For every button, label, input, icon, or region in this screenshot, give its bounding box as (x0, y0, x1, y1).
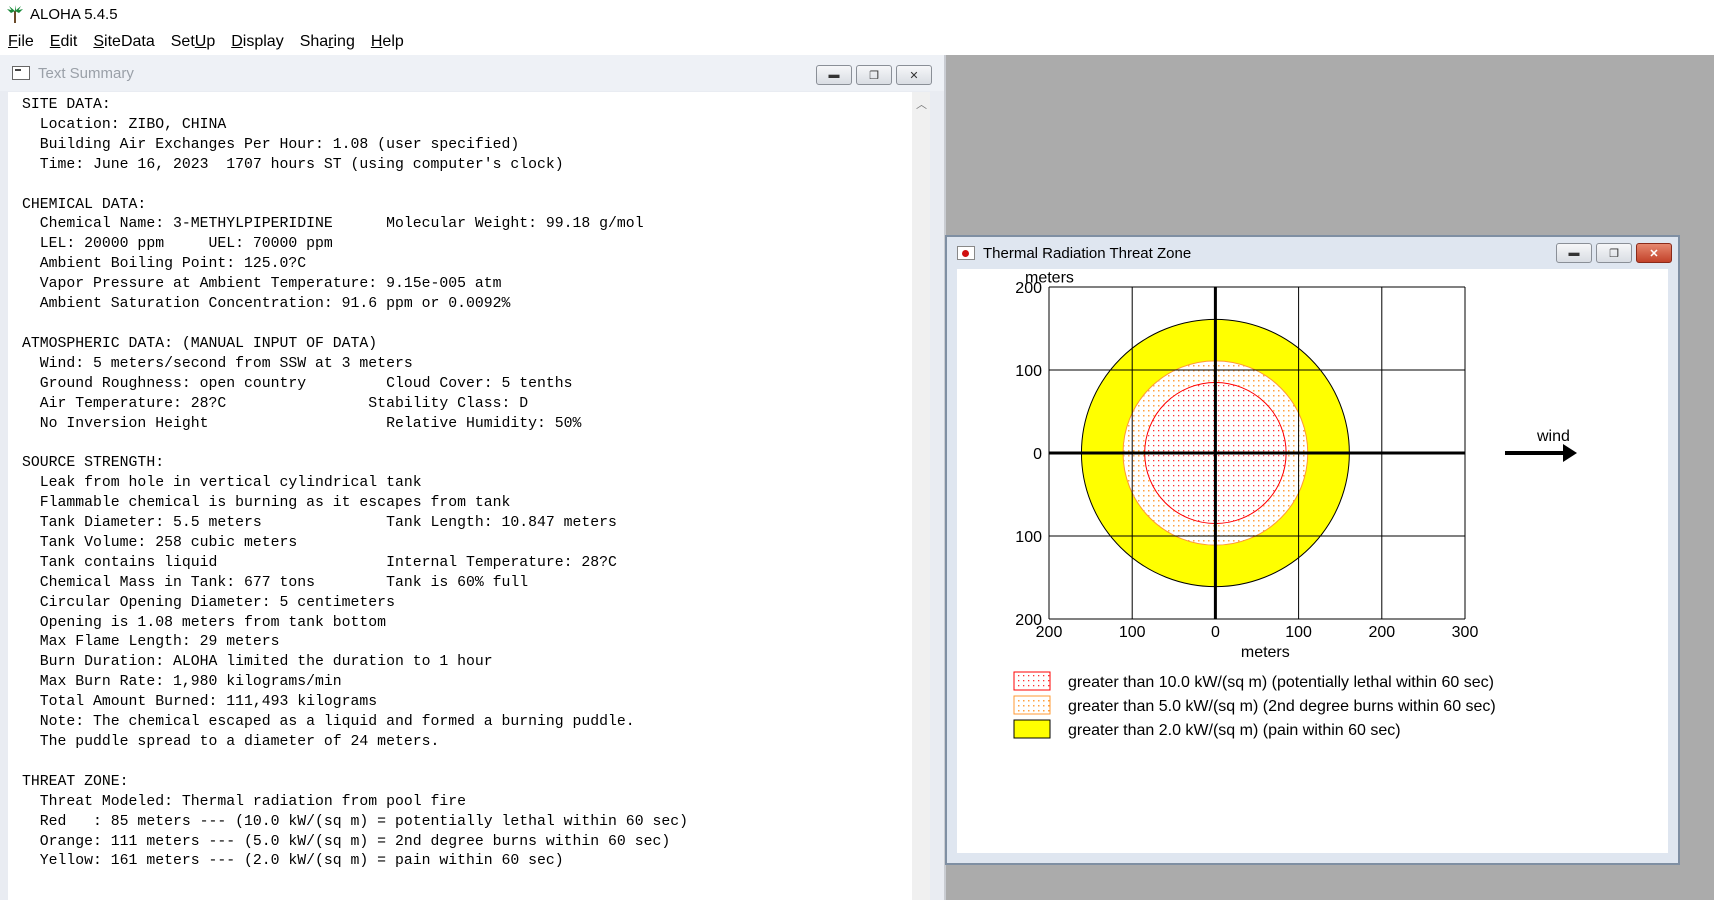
legend-swatch (1013, 695, 1051, 715)
legend-swatch (1013, 719, 1051, 739)
app-title-bar: ALOHA 5.4.5 (0, 0, 1714, 28)
wind-arrowhead-icon (1563, 444, 1577, 462)
x-tick-label: 200 (1368, 624, 1395, 641)
threat-zone-chart: meters2001000100200200 100 0 100 200 300meter… (1013, 269, 1577, 739)
palm-tree-icon (7, 5, 23, 23)
thermal-window-title: Thermal Radiation Threat Zone (983, 244, 1192, 262)
minimize-icon: ▬ (828, 69, 840, 81)
close-button[interactable]: ✕ (1636, 243, 1672, 263)
close-icon: ✕ (909, 69, 919, 82)
x-axis-label: meters (1241, 644, 1290, 661)
minimize-icon: ▬ (1568, 247, 1580, 259)
x-tick-label: 200 (1036, 624, 1063, 641)
vertical-scrollbar[interactable]: ︿ (912, 92, 930, 900)
app-title: ALOHA 5.4.5 (30, 5, 118, 23)
menu-item[interactable]: SetUp (163, 33, 223, 51)
menu-item[interactable]: Help (363, 33, 412, 51)
scroll-up-icon[interactable]: ︿ (916, 96, 927, 112)
text-window-icon (12, 66, 30, 80)
summary-text: SITE DATA: Location: ZIBO, CHINA Buildin… (22, 97, 688, 870)
legend-swatch (1013, 671, 1051, 691)
restore-icon: ❐ (1609, 247, 1619, 260)
restore-icon: ❐ (869, 69, 879, 82)
y-tick-label: 0 (1033, 446, 1042, 463)
legend-label: greater than 10.0 kW/(sq m) (potentially… (1068, 674, 1494, 691)
menu-item[interactable]: SiteData (85, 33, 162, 51)
threat-zone-icon (957, 246, 975, 260)
text-summary-window: Text Summary ▬ ❐ ✕ SITE DATA: Location: … (0, 55, 946, 900)
restore-button[interactable]: ❐ (1596, 243, 1632, 263)
menu-item[interactable]: Display (223, 33, 291, 51)
x-tick-label: 100 (1285, 624, 1312, 641)
text-summary-title: Text Summary (38, 64, 134, 82)
threat-zone-plot-area: meters 200 100 0 100 200 200 100 0 100 200 300 meter… (957, 269, 1668, 853)
restore-button[interactable]: ❐ (856, 65, 892, 85)
legend-label: greater than 2.0 kW/(sq m) (pain within … (1068, 722, 1401, 739)
menu-item[interactable]: Sharing (292, 33, 363, 51)
wind-label: wind (1536, 428, 1570, 445)
close-icon: ✕ (1649, 247, 1659, 260)
y-tick-label: 100 (1015, 363, 1042, 380)
y-tick-label: 100 (1015, 529, 1042, 546)
menu-item[interactable]: Edit (42, 33, 86, 51)
text-summary-content[interactable]: SITE DATA: Location: ZIBO, CHINA Buildin… (8, 92, 916, 900)
y-tick-label: 200 (1015, 280, 1042, 297)
menu-bar: File Edit SiteData SetUp Display Sharing Help (0, 28, 1714, 55)
x-tick-label: 0 (1211, 624, 1220, 641)
minimize-button[interactable]: ▬ (1556, 243, 1592, 263)
text-summary-titlebar[interactable]: Text Summary (0, 55, 944, 91)
menu-item[interactable]: File (0, 33, 42, 51)
legend-label: greater than 5.0 kW/(sq m) (2nd degree b… (1068, 698, 1496, 715)
close-button[interactable]: ✕ (896, 65, 932, 85)
x-tick-label: 100 (1119, 624, 1146, 641)
thermal-radiation-window: Thermal Radiation Threat Zone ▬ ❐ ✕ mete… (945, 235, 1680, 865)
minimize-button[interactable]: ▬ (816, 65, 852, 85)
x-tick-label: 300 (1452, 624, 1479, 641)
